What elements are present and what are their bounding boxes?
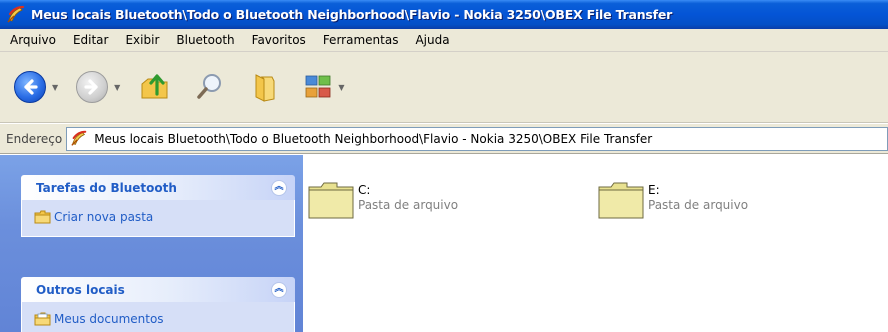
my-documents-icon <box>34 312 51 326</box>
task-pane: Tarefas do Bluetooth ︽ Criar nova pasta … <box>0 155 303 332</box>
menu-exibir[interactable]: Exibir <box>117 33 168 47</box>
window-title: Meus locais Bluetooth\Todo o Bluetooth N… <box>31 7 673 22</box>
address-value: Meus locais Bluetooth\Todo o Bluetooth N… <box>94 131 653 146</box>
collapse-chevron-icon[interactable]: ︽ <box>271 179 287 196</box>
folder-item-c[interactable]: C: Pasta de arquivo <box>307 181 458 221</box>
bluetooth-tasks-body: Criar nova pasta <box>21 200 295 237</box>
search-button[interactable] <box>194 71 226 103</box>
file-list: C: Pasta de arquivo E: Pasta de arquivo <box>303 155 888 332</box>
views-dropdown-icon[interactable]: ▼ <box>338 83 344 92</box>
up-folder-icon <box>141 74 168 99</box>
folders-button[interactable] <box>250 71 280 103</box>
views-icon <box>305 75 331 98</box>
task-link-label: Criar nova pasta <box>54 210 154 224</box>
menu-ajuda[interactable]: Ajuda <box>407 33 458 47</box>
folder-name: E: <box>648 183 660 197</box>
toolbar: ▼ ▼ ▼ <box>0 52 888 123</box>
other-places-panel: Outros locais ︽ Meus documentos <box>21 277 295 332</box>
panel-title: Tarefas do Bluetooth <box>36 180 177 195</box>
menu-bar: Arquivo Editar Exibir Bluetooth Favorito… <box>0 29 888 52</box>
folder-name: C: <box>358 183 371 197</box>
address-input[interactable]: Meus locais Bluetooth\Todo o Bluetooth N… <box>66 126 888 151</box>
back-button[interactable]: ▼ <box>14 71 66 103</box>
folder-type: Pasta de arquivo <box>358 198 459 212</box>
menu-bluetooth[interactable]: Bluetooth <box>168 33 243 47</box>
search-icon <box>197 74 222 99</box>
menu-favoritos[interactable]: Favoritos <box>244 33 315 47</box>
up-folder-button[interactable] <box>138 70 172 104</box>
create-new-folder-link[interactable]: Criar nova pasta <box>34 210 294 224</box>
menu-ferramentas[interactable]: Ferramentas <box>315 33 408 47</box>
task-link-label: Meus documentos <box>54 312 164 326</box>
folder-icon <box>34 210 51 224</box>
forward-icon <box>76 71 109 103</box>
bluetooth-tasks-panel: Tarefas do Bluetooth ︽ Criar nova pasta <box>21 175 295 237</box>
folders-icon <box>255 74 275 102</box>
address-bar: Endereço Meus locais Bluetooth\Todo o Bl… <box>0 124 888 154</box>
other-places-body: Meus documentos <box>21 302 295 332</box>
back-dropdown-icon[interactable]: ▼ <box>52 83 58 92</box>
forward-button[interactable]: ▼ <box>76 71 128 103</box>
folder-icon <box>598 182 644 219</box>
forward-dropdown-icon[interactable]: ▼ <box>114 83 120 92</box>
bluetooth-tasks-header[interactable]: Tarefas do Bluetooth ︽ <box>21 175 295 200</box>
bluetooth-places-icon <box>71 130 87 146</box>
bluetooth-places-icon <box>7 5 25 23</box>
menu-editar[interactable]: Editar <box>65 33 118 47</box>
other-places-header[interactable]: Outros locais ︽ <box>21 277 295 302</box>
menu-arquivo[interactable]: Arquivo <box>2 33 65 47</box>
folder-icon <box>308 182 354 219</box>
address-label: Endereço <box>6 131 63 146</box>
collapse-chevron-icon[interactable]: ︽ <box>271 281 287 298</box>
title-bar[interactable]: Meus locais Bluetooth\Todo o Bluetooth N… <box>0 0 888 29</box>
my-documents-link[interactable]: Meus documentos <box>34 312 294 326</box>
views-button[interactable]: ▼ <box>304 73 352 101</box>
folder-type: Pasta de arquivo <box>648 198 749 212</box>
folder-item-e[interactable]: E: Pasta de arquivo <box>597 181 748 221</box>
back-icon <box>14 71 46 103</box>
panel-title: Outros locais <box>36 282 125 297</box>
